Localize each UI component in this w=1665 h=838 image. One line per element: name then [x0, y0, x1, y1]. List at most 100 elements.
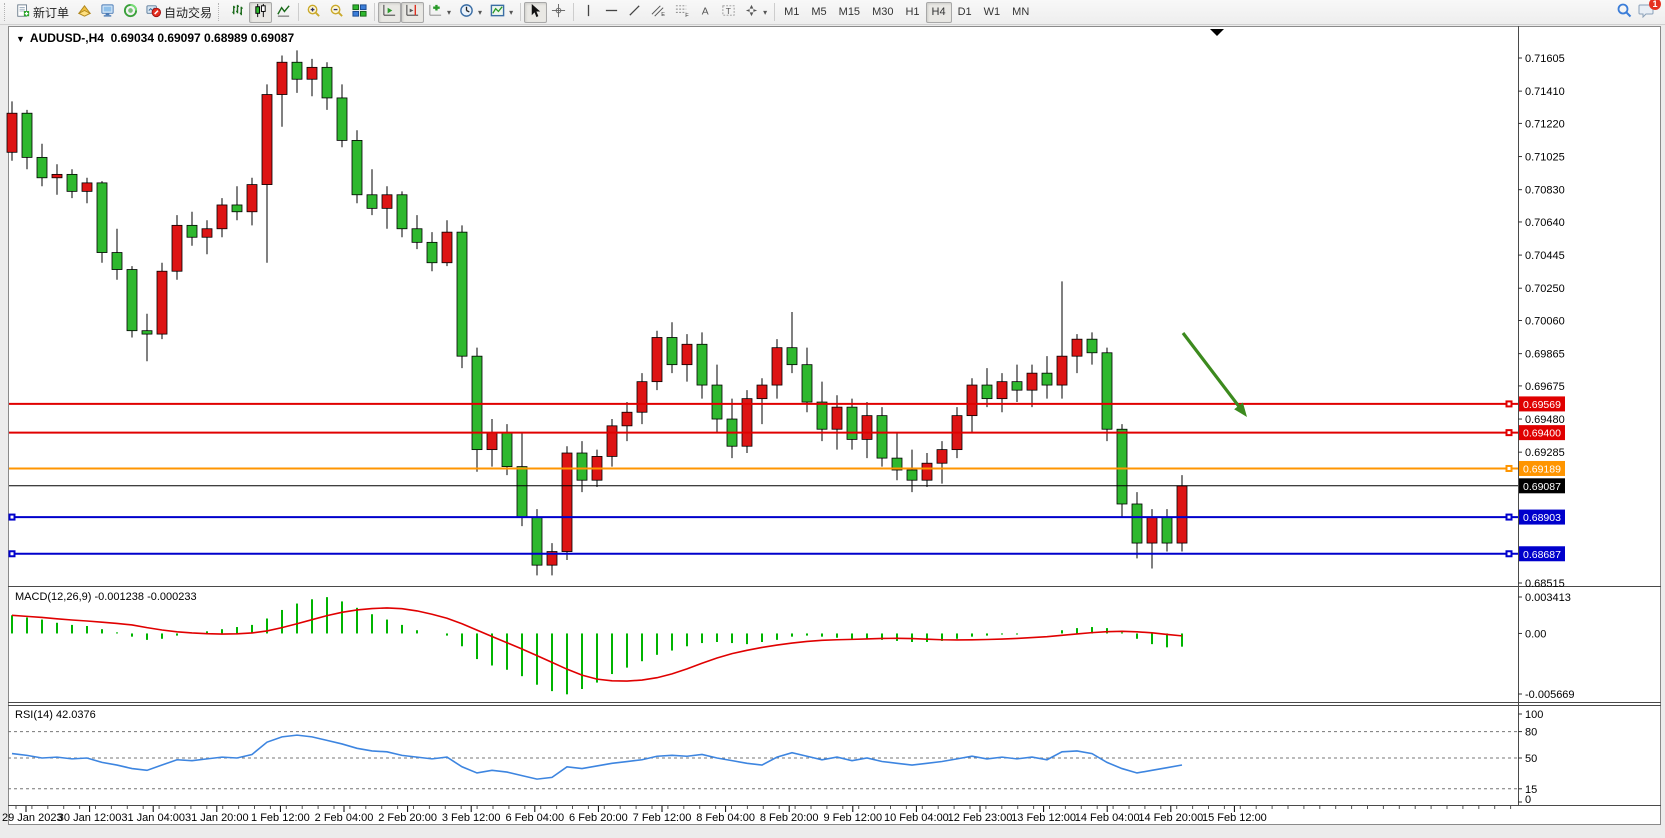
- toolbar-separator: [520, 3, 521, 21]
- charts-profile-button[interactable]: [73, 2, 96, 23]
- candle-body: [682, 344, 692, 364]
- horizontal-level-line[interactable]: 0.68903: [9, 510, 1566, 525]
- macd-indicator: 0.0034130.00-0.005669: [12, 592, 1575, 701]
- candle-body: [367, 195, 377, 209]
- candle-body: [472, 356, 482, 449]
- crosshair-button[interactable]: [547, 2, 570, 23]
- horizontal-level-line[interactable]: 0.69569: [9, 396, 1565, 411]
- tab-timeframe-W1[interactable]: W1: [978, 2, 1007, 23]
- tab-timeframe-H4[interactable]: H4: [926, 2, 952, 23]
- candle-body: [127, 270, 137, 331]
- tab-timeframe-M5[interactable]: M5: [805, 2, 832, 23]
- rsi-indicator: 1008050150: [8, 709, 1543, 806]
- vertical-line-button[interactable]: [577, 2, 600, 23]
- candle-body: [217, 205, 227, 229]
- indicators-button[interactable]: ▾: [424, 2, 455, 23]
- templates-button[interactable]: ▾: [486, 2, 517, 23]
- candle-body: [22, 113, 32, 157]
- zoom-out-button[interactable]: [325, 2, 348, 23]
- candle-body: [262, 95, 272, 185]
- toolbar-separator: [298, 3, 299, 21]
- macd-axis-label: 0.00: [1525, 628, 1546, 640]
- candle-body: [1147, 518, 1157, 543]
- horizontal-level-line[interactable]: 0.69189: [9, 461, 1565, 476]
- candle-body: [937, 450, 947, 464]
- trendline-button[interactable]: [623, 2, 646, 23]
- chart-shift-button[interactable]: [401, 2, 424, 23]
- date-tick-label: 14 Feb 04:00: [1075, 812, 1140, 824]
- autotrading-button[interactable]: 自动交易: [142, 2, 216, 23]
- price-tick-label: 0.71220: [1525, 118, 1565, 130]
- current-price-line: 0.69087: [9, 478, 1565, 493]
- candle-body: [7, 113, 17, 152]
- candle-body: [1177, 486, 1187, 543]
- chart-dropdown-caret[interactable]: ▼: [16, 34, 25, 44]
- text-label-button[interactable]: T: [717, 2, 740, 23]
- tab-timeframe-H1[interactable]: H1: [899, 2, 925, 23]
- arrows-button[interactable]: ▾: [740, 2, 771, 23]
- price-axis: 0.716050.714100.712200.710250.708300.706…: [1518, 53, 1565, 590]
- auto-scroll-button[interactable]: [378, 2, 401, 23]
- tile-windows-button[interactable]: [348, 2, 371, 23]
- candle-body: [37, 157, 47, 177]
- candle-body: [277, 62, 287, 94]
- price-tick-label: 0.70830: [1525, 185, 1565, 197]
- candle-body: [232, 205, 242, 212]
- chart-plot: 0.716050.714100.712200.710250.708300.706…: [0, 0, 1665, 838]
- tab-timeframe-M15[interactable]: M15: [833, 2, 866, 23]
- chart-end-marker: [1210, 29, 1224, 36]
- date-tick-label: 6 Feb 04:00: [505, 812, 564, 824]
- cursor-icon: [528, 3, 543, 21]
- tab-timeframe-M1[interactable]: M1: [778, 2, 805, 23]
- bar-chart-icon: [230, 3, 245, 21]
- new-order-button[interactable]: 新订单: [12, 2, 73, 23]
- price-tag-label: 0.69087: [1523, 481, 1561, 493]
- fibonacci-button[interactable]: F: [670, 2, 694, 23]
- date-tick-label: 15 Feb 12:00: [1202, 812, 1267, 824]
- rsi-axis-label: 50: [1525, 753, 1537, 765]
- candle-body: [697, 344, 707, 385]
- tab-timeframe-D1[interactable]: D1: [952, 2, 978, 23]
- toolbar-separator: [774, 3, 775, 21]
- horizontal-level-line[interactable]: 0.68687: [9, 546, 1566, 561]
- zoom-in-button[interactable]: [302, 2, 325, 23]
- bar-chart-button[interactable]: [226, 2, 249, 23]
- date-tick-label: 30 Jan 12:00: [58, 812, 122, 824]
- equidistant-channel-button[interactable]: E: [646, 2, 670, 23]
- text-button[interactable]: A: [694, 2, 717, 23]
- horizontal-line-button[interactable]: [600, 2, 623, 23]
- candle-body: [652, 337, 662, 381]
- candle-body: [712, 385, 722, 419]
- candle-body: [967, 385, 977, 416]
- candle-body: [577, 453, 587, 480]
- cursor-button[interactable]: [524, 2, 547, 23]
- candle-body: [247, 185, 257, 212]
- toolbar-separator: [374, 3, 375, 21]
- candle-body: [157, 271, 167, 334]
- price-tick-label: 0.71410: [1525, 86, 1565, 98]
- candle-body: [187, 225, 197, 237]
- candlestick-chart-button[interactable]: [249, 2, 272, 23]
- candle-body: [397, 195, 407, 229]
- candlestick-chart-icon: [253, 3, 268, 21]
- chart-title: ▼AUDUSD-,H4 0.69034 0.69097 0.68989 0.69…: [16, 31, 294, 45]
- search-icon[interactable]: [1616, 2, 1632, 23]
- candle-body: [637, 382, 647, 413]
- line-chart-button[interactable]: [272, 2, 295, 23]
- date-tick-label: 10 Feb 04:00: [884, 812, 949, 824]
- tab-timeframe-MN[interactable]: MN: [1006, 2, 1035, 23]
- candle-body: [412, 229, 422, 243]
- date-tick-label: 29 Jan 2023: [2, 812, 63, 824]
- candle-body: [772, 348, 782, 385]
- candle-body: [307, 67, 317, 79]
- tab-timeframe-M30[interactable]: M30: [866, 2, 899, 23]
- periods-button[interactable]: ▾: [455, 2, 486, 23]
- price-tick-label: 0.71025: [1525, 152, 1565, 164]
- date-tick-label: 9 Feb 12:00: [823, 812, 882, 824]
- horizontal-level-line[interactable]: 0.69400: [9, 425, 1565, 440]
- candle-body: [847, 407, 857, 439]
- arrows-icon: [744, 3, 759, 21]
- notifications-button[interactable]: 1: [1638, 2, 1655, 23]
- terminal-button[interactable]: [96, 2, 119, 23]
- news-button[interactable]: [119, 2, 142, 23]
